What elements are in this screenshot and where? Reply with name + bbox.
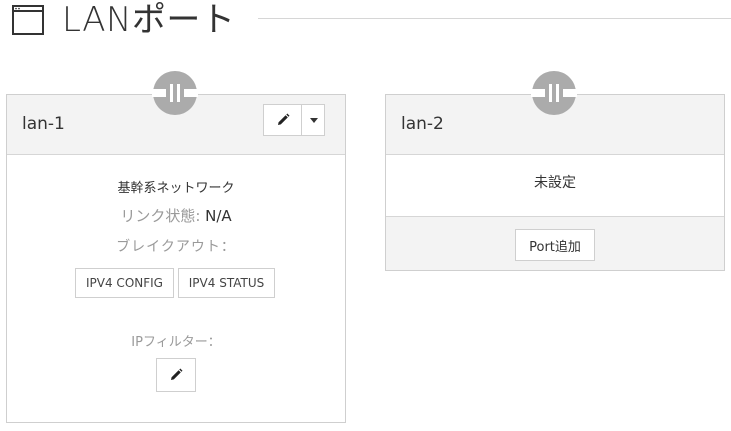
port-menu-dropdown-button[interactable] [302,105,325,135]
edit-button-group [263,104,325,136]
port-card-lan-2: lan-2 未設定 Port追加 [385,94,725,271]
ipv4-status-button[interactable]: IPV4 STATUS [178,268,275,298]
link-state-value: N/A [205,207,232,225]
port-name: lan-1 [22,114,65,134]
header-divider [258,18,731,19]
link-state-label: リンク状態: [120,207,206,225]
network-name: 基幹系ネットワーク [117,181,235,196]
window-icon [12,5,44,35]
port-card-lan-1: lan-1 基幹系ネットワーク リンク状態: N/A ブレイクアウト： IPV4… [6,94,346,423]
pencil-icon [277,113,289,125]
caret-down-icon [309,117,318,123]
edit-port-button[interactable] [264,105,302,135]
ipv4-config-button[interactable]: IPV4 CONFIG [75,268,174,298]
page-header: LANポート [0,0,731,40]
pencil-icon [171,368,183,380]
card-footer: Port追加 [386,216,724,270]
port-status-unset: 未設定 [534,175,576,191]
breakout-label: ブレイクアウト： [116,239,236,255]
edit-ip-filter-button[interactable] [156,358,196,392]
port-name: lan-2 [401,114,444,134]
link-state: リンク状態: N/A [7,205,345,226]
page-title: LANポート [62,0,236,40]
ethernet-port-icon [152,71,198,115]
ip-filter-label: IPフィルター： [131,335,221,350]
add-port-button[interactable]: Port追加 [515,229,595,261]
ethernet-port-icon [531,71,577,115]
